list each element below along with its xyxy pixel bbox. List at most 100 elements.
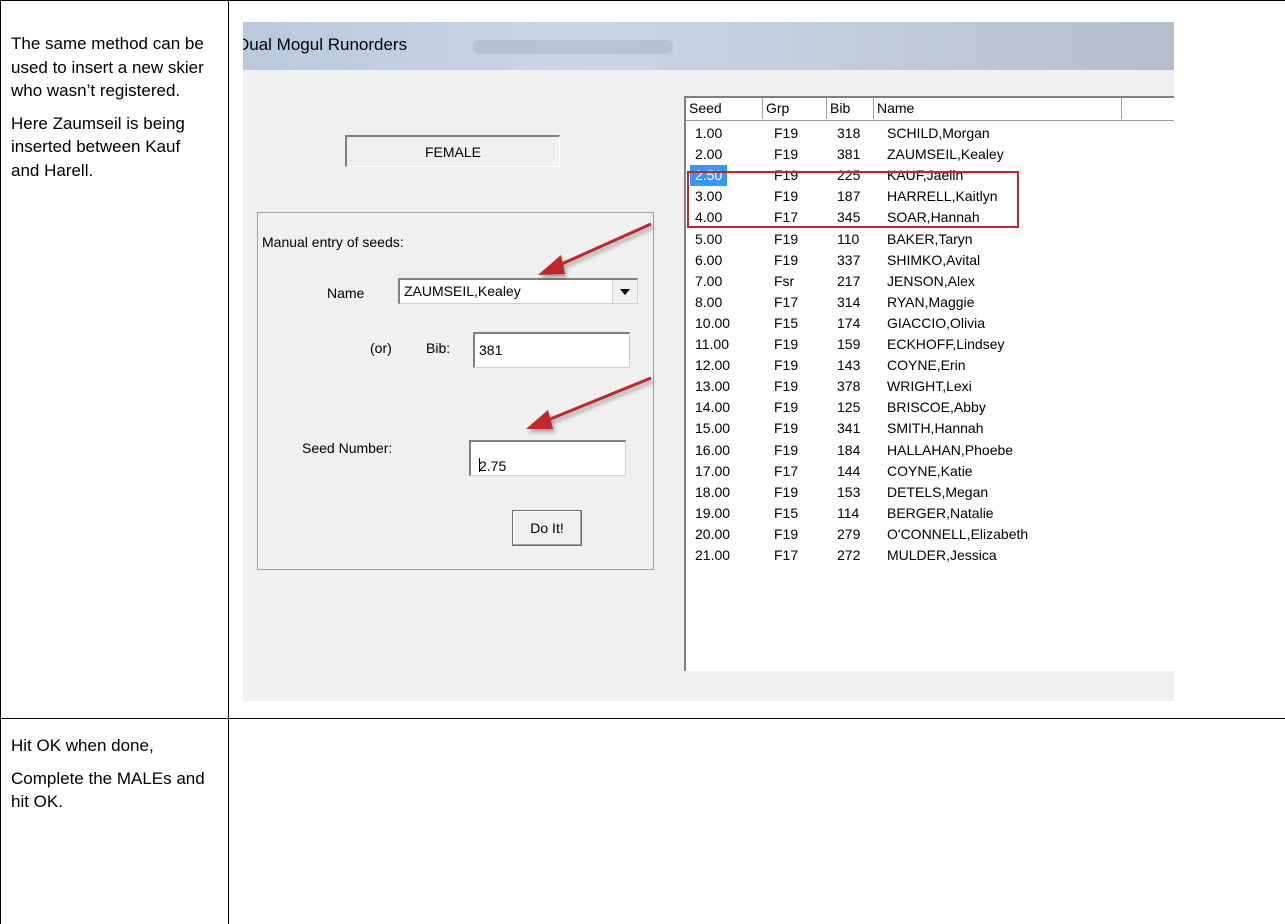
- cell-name: DETELS,Megan: [887, 483, 989, 500]
- cell-seed: 2.00: [695, 146, 723, 163]
- cell-seed: 1.00: [695, 125, 723, 141]
- cell-seed: 7.00: [695, 272, 723, 289]
- cell-bib: 125: [837, 399, 861, 416]
- cell-name: SMITH,Hannah: [887, 420, 984, 437]
- table-row[interactable]: 10.00 F15 174 GIACCIO,Olivia: [686, 313, 1174, 334]
- header-bib[interactable]: Bib: [827, 98, 874, 119]
- header-name[interactable]: Name: [874, 98, 1122, 119]
- cell-name: JENSON,Alex: [887, 272, 975, 289]
- cell-seed: 21.00: [695, 547, 731, 563]
- cell-bib: 318: [837, 125, 861, 141]
- cell-seed: 8.00: [695, 293, 723, 310]
- row2-instructions: Hit OK when done, Complete the MALEs and…: [11, 734, 211, 823]
- cell-name: BERGER,Natalie: [887, 504, 994, 521]
- highlight-box: [687, 171, 1019, 228]
- table-row[interactable]: 6.00 F19 337 SHIMKO,Avital: [686, 250, 1174, 271]
- cell-grp: F19: [774, 125, 799, 141]
- cell-grp: Fsr: [774, 272, 795, 289]
- cell-name: MULDER,Jessica: [887, 547, 997, 563]
- cell-bib: 314: [837, 293, 861, 310]
- name-combobox-value: ZAUMSEIL,Kealey: [404, 283, 521, 299]
- table-row[interactable]: 5.00 F19 110 BAKER,Taryn: [686, 229, 1174, 250]
- cell-grp: F19: [774, 251, 799, 268]
- cell-bib: 184: [837, 441, 861, 458]
- cell-grp: F17: [774, 462, 799, 479]
- cell-name: SCHILD,Morgan: [887, 125, 990, 141]
- seed-number-label: Seed Number:: [302, 440, 393, 456]
- cell-name: BAKER,Taryn: [887, 230, 973, 247]
- cell-grp: F15: [774, 314, 799, 331]
- cell-bib: 110: [837, 230, 860, 247]
- seed-number-input[interactable]: 2.75: [469, 440, 626, 476]
- cell-grp: F19: [774, 399, 799, 416]
- cell-name: SHIMKO,Avital: [887, 251, 981, 268]
- cell-bib: 337: [837, 251, 861, 268]
- cell-bib: 143: [837, 357, 861, 374]
- cell-bib: 381: [837, 146, 861, 163]
- cell-bib: 144: [837, 462, 861, 479]
- table-row[interactable]: 14.00 F19 125 BRISCOE,Abby: [686, 397, 1174, 418]
- or-label: (or): [370, 340, 392, 356]
- bib-input[interactable]: 381: [473, 332, 630, 368]
- chevron-down-icon: [620, 288, 630, 295]
- cell-name: GIACCIO,Olivia: [887, 314, 986, 331]
- cell-bib: 114: [837, 504, 860, 521]
- cell-seed: 10.00: [695, 314, 731, 331]
- cell-seed: 15.00: [695, 420, 731, 437]
- cell-name: RYAN,Maggie: [887, 293, 975, 310]
- name-combobox[interactable]: ZAUMSEIL,Kealey: [398, 278, 638, 304]
- cell-name: COYNE,Katie: [887, 462, 973, 479]
- table-row[interactable]: 17.00 F17 144 COYNE,Katie: [686, 461, 1174, 482]
- header-seed[interactable]: Seed: [686, 98, 763, 119]
- name-dropdown-button[interactable]: [612, 280, 637, 303]
- cell-grp: F15: [774, 504, 799, 521]
- cell-grp: F19: [774, 378, 799, 395]
- bib-input-value: 381: [479, 342, 503, 358]
- cell-bib: 279: [837, 525, 861, 542]
- cell-seed: 12.00: [695, 357, 731, 374]
- cell-name: HALLAHAN,Phoebe: [887, 441, 1014, 458]
- listview-header: Seed Grp Bib Name: [686, 98, 1174, 121]
- cell-bib: 153: [837, 483, 861, 500]
- manual-entry-label: Manual entry of seeds:: [262, 234, 404, 250]
- cell-name: ECKHOFF,Lindsey: [887, 336, 1005, 352]
- instruction-paragraph-2: Here Zaumseil is being inserted between …: [11, 113, 185, 180]
- table-row[interactable]: 13.00 F19 378 WRIGHT,Lexi: [686, 376, 1174, 397]
- table-row[interactable]: 7.00 Fsr 217 JENSON,Alex: [686, 271, 1174, 292]
- do-it-button[interactable]: Do It!: [512, 510, 582, 546]
- instruction-paragraph-3: Hit OK when done,: [11, 736, 154, 755]
- cell-name: COYNE,Erin: [887, 357, 966, 374]
- cell-grp: F19: [774, 357, 799, 374]
- table-row[interactable]: 8.00 F17 314 RYAN,Maggie: [686, 292, 1174, 313]
- table-row[interactable]: 1.00 F19 318 SCHILD,Morgan: [686, 123, 1174, 144]
- cell-grp: F19: [774, 441, 799, 458]
- cell-bib: 272: [837, 547, 861, 563]
- cell-grp: F19: [774, 483, 799, 500]
- table-row[interactable]: 20.00 F19 279 O'CONNELL,Elizabeth: [686, 524, 1174, 545]
- table-row[interactable]: 15.00 F19 341 SMITH,Hannah: [686, 418, 1174, 439]
- cell-grp: F19: [774, 420, 799, 437]
- cell-seed: 17.00: [695, 462, 731, 479]
- cell-seed: 5.00: [695, 230, 723, 247]
- cell-grp: F19: [774, 146, 799, 163]
- cell-bib: 341: [837, 420, 861, 437]
- do-it-button-label: Do It!: [530, 520, 564, 536]
- table-row[interactable]: 12.00 F19 143 COYNE,Erin: [686, 355, 1174, 376]
- cell-seed: 13.00: [695, 378, 731, 395]
- cell-bib: 174: [837, 314, 861, 331]
- instruction-paragraph-4: Complete the MALEs and hit OK.: [11, 768, 205, 812]
- table-row[interactable]: 16.00 F19 184 HALLAHAN,Phoebe: [686, 440, 1174, 461]
- header-grp[interactable]: Grp: [763, 98, 827, 119]
- cell-name: ZAUMSEIL,Kealey: [887, 146, 1004, 163]
- bib-label: Bib:: [426, 340, 451, 356]
- table-row[interactable]: 2.00 F19 381 ZAUMSEIL,Kealey: [686, 144, 1174, 165]
- cell-name: BRISCOE,Abby: [887, 399, 986, 416]
- gender-label: FEMALE: [424, 143, 481, 160]
- table-row[interactable]: 19.00 F15 114 BERGER,Natalie: [686, 503, 1174, 524]
- cell-bib: 378: [837, 378, 861, 395]
- table-row[interactable]: 21.00 F17 272 MULDER,Jessica: [686, 545, 1174, 566]
- table-row[interactable]: 18.00 F19 153 DETELS,Megan: [686, 482, 1174, 503]
- name-label: Name: [327, 285, 365, 301]
- table-row[interactable]: 11.00 F19 159 ECKHOFF,Lindsey: [686, 334, 1174, 355]
- cell-bib: 159: [837, 336, 861, 352]
